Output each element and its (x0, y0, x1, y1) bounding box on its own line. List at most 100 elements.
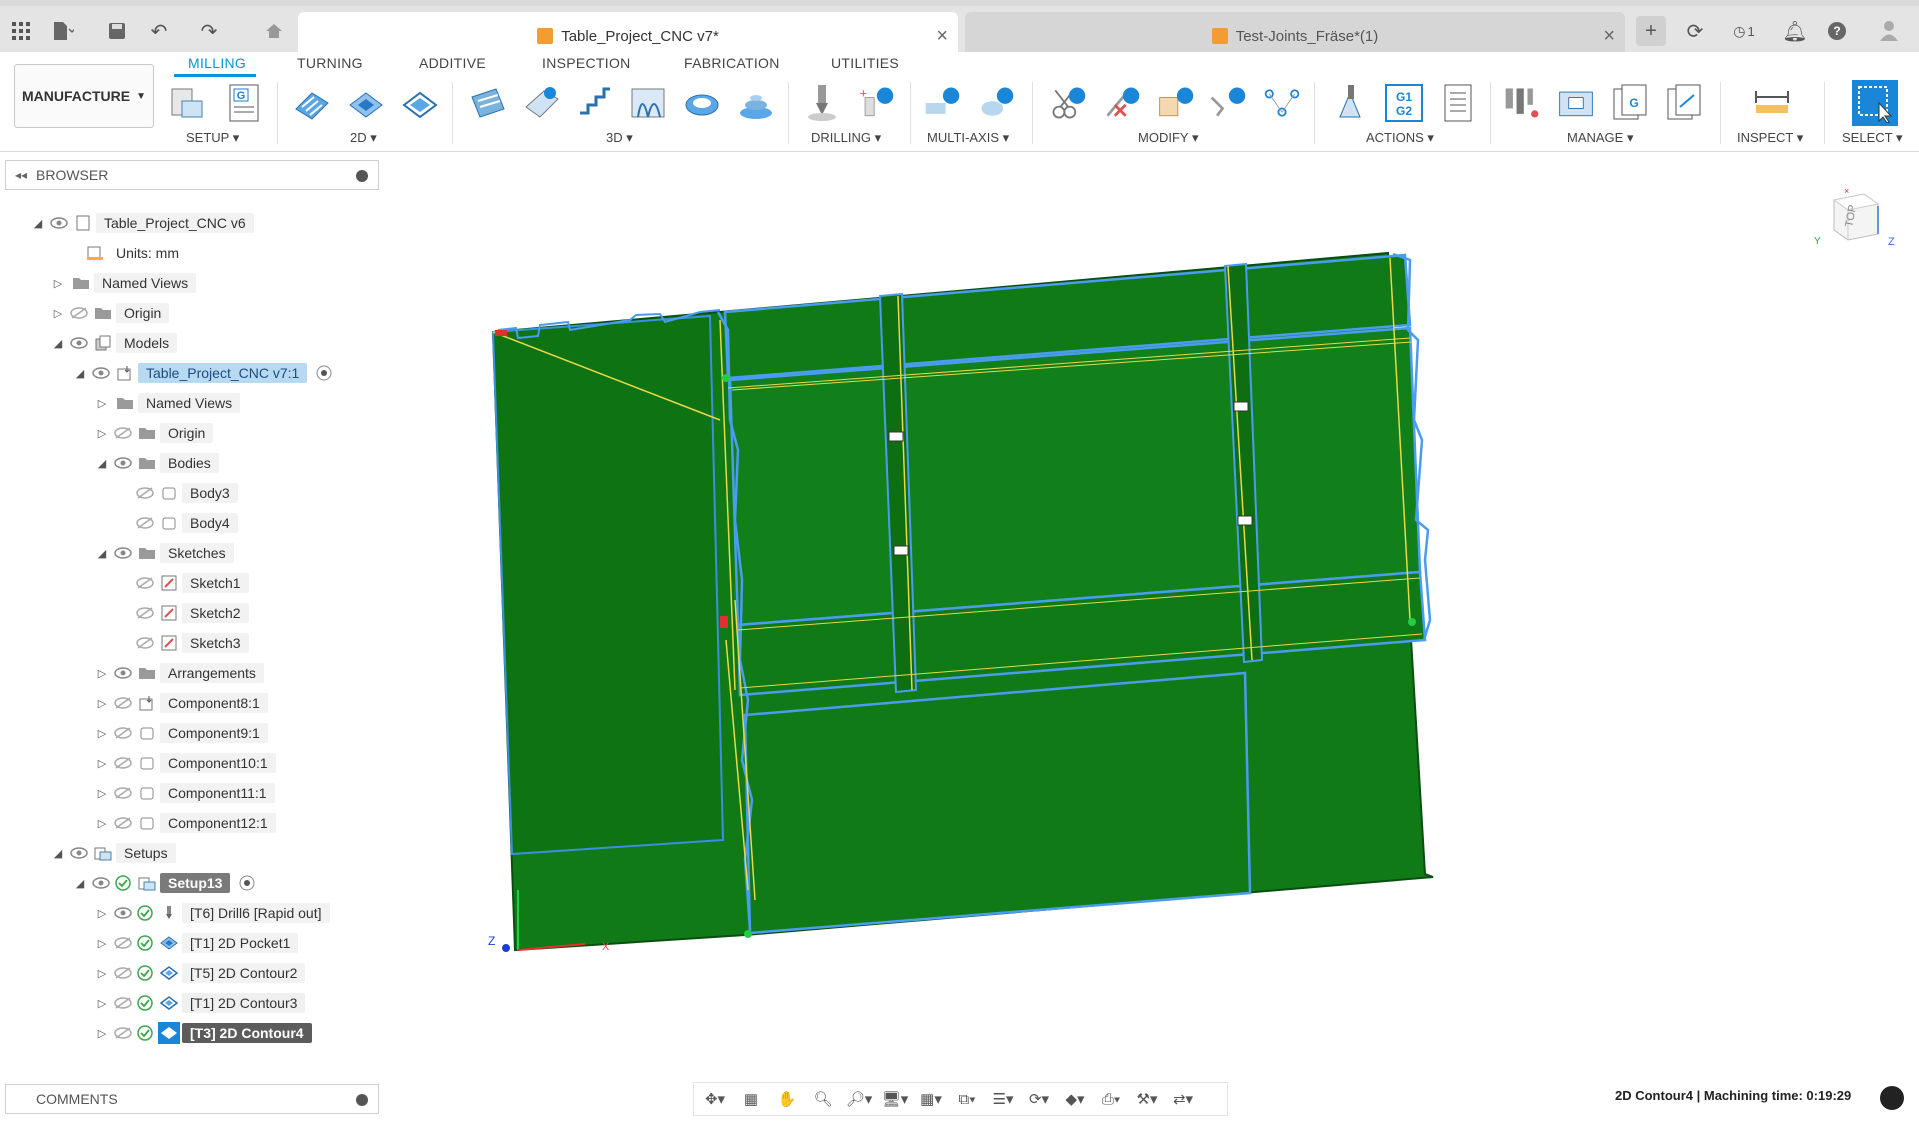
tab-utilities[interactable]: UTILITIES (831, 55, 899, 71)
toolpath-edit-icon[interactable] (1208, 82, 1248, 124)
browser-tree-row[interactable]: Sketch2 (114, 600, 249, 626)
browser-tree-row[interactable]: Sketch1 (114, 570, 249, 596)
expand-arrow-icon[interactable]: ◢ (48, 337, 68, 350)
browser-tree-row[interactable]: Sketch3 (114, 630, 249, 656)
visibility-hidden-icon[interactable] (134, 512, 156, 534)
browser-tree-row[interactable]: ◢ Setups (48, 840, 176, 866)
user-avatar-icon[interactable] (1874, 16, 1904, 46)
expand-arrow-icon[interactable]: ▷ (48, 307, 68, 320)
browser-tree-row[interactable]: Units: mm (62, 240, 187, 266)
delete-icon[interactable] (1102, 82, 1142, 124)
browser-tree-row[interactable]: ▷ Component8:1 (92, 690, 268, 716)
visibility-hidden-icon[interactable] (134, 572, 156, 594)
expand-arrow-icon[interactable]: ▷ (92, 937, 112, 950)
tab-fabrication[interactable]: FABRICATION (684, 55, 780, 71)
hole-recognition-icon[interactable]: + (856, 82, 896, 124)
setup-sheet-icon[interactable] (1438, 82, 1478, 124)
visibility-hidden-icon[interactable] (112, 422, 134, 444)
refresh-icon[interactable]: ⟳▾ (1024, 1086, 1054, 1112)
browser-tree-row[interactable]: ◢ Table_Project_CNC v7:1 (70, 360, 335, 386)
expand-arrow-icon[interactable]: ◢ (28, 217, 48, 230)
nc-program-icon[interactable]: G (224, 82, 264, 124)
display-settings-icon[interactable]: 🖥︎▾ (880, 1086, 910, 1112)
tool-library-icon[interactable] (1502, 82, 1542, 124)
close-icon[interactable]: × (936, 25, 948, 48)
browser-tree-row[interactable]: ▷ [T3] 2D Contour4 (92, 1020, 312, 1046)
visibility-hidden-icon[interactable] (134, 482, 156, 504)
2d-adaptive-icon[interactable] (292, 82, 332, 124)
viewports-icon[interactable]: ⧉▾ (952, 1086, 982, 1112)
browser-tree-row[interactable]: ▷ Arrangements (92, 660, 264, 686)
duplicate-icon[interactable] (1156, 82, 1196, 124)
post-library-icon[interactable]: G (1610, 82, 1650, 124)
app-grid-icon[interactable] (6, 16, 36, 46)
part-left-panel[interactable] (491, 314, 725, 856)
activate-radio-icon[interactable] (313, 362, 335, 384)
browser-tree-row[interactable]: ▷ [T6] Drill6 [Rapid out] (92, 900, 330, 926)
expand-arrow-icon[interactable]: ▷ (92, 427, 112, 440)
close-icon[interactable]: × (1603, 25, 1615, 48)
template-library-icon[interactable] (1664, 82, 1704, 124)
steep-shallow-icon[interactable] (574, 82, 614, 124)
viewcube[interactable]: × TOP Y Z (1814, 186, 1895, 248)
browser-tree-row[interactable]: ◢ Table_Project_CNC v6 (28, 210, 254, 236)
visibility-eye-icon[interactable] (112, 542, 134, 564)
expand-arrow-icon[interactable]: ▷ (92, 997, 112, 1010)
tab-milling[interactable]: MILLING (188, 55, 246, 71)
3d-adaptive-icon[interactable] (468, 82, 508, 124)
grid-icon[interactable]: ▦▾ (916, 1086, 946, 1112)
collapse-panel-icon[interactable]: ◂◂ (6, 168, 36, 182)
expand-arrow-icon[interactable]: ▷ (92, 757, 112, 770)
face-icon[interactable] (400, 82, 440, 124)
visibility-hidden-icon[interactable] (68, 302, 90, 324)
browser-tree-row[interactable]: ▷ Component12:1 (92, 810, 276, 836)
new-tab-plus-icon[interactable]: + (1636, 16, 1666, 46)
job-status-icon[interactable]: ◷ 1 (1722, 16, 1766, 46)
browser-tree-row[interactable]: Body4 (114, 510, 238, 536)
section-icon[interactable]: ☰▾ (988, 1086, 1018, 1112)
model-canvas[interactable] (385, 152, 1919, 1082)
visibility-eye-icon[interactable] (68, 842, 90, 864)
group-2d-label[interactable]: 2D ▾ (350, 130, 377, 146)
save-icon[interactable] (102, 16, 132, 46)
expand-arrow-icon[interactable]: ◢ (48, 847, 68, 860)
browser-tree-row[interactable]: ◢ Bodies (92, 450, 219, 476)
contour-3d-icon[interactable] (736, 82, 776, 124)
visibility-eye-icon[interactable] (48, 212, 70, 234)
pocket-clearing-icon[interactable] (522, 82, 562, 124)
activate-radio-icon[interactable] (236, 872, 258, 894)
setup-icon[interactable] (168, 82, 208, 124)
browser-header[interactable]: ◂◂ BROWSER (5, 160, 379, 190)
browser-tree-row[interactable]: ▷ Component9:1 (92, 720, 268, 746)
visibility-hidden-icon[interactable] (112, 1022, 134, 1044)
visibility-hidden-icon[interactable] (134, 632, 156, 654)
bell-icon[interactable]: 🔔︎ (1780, 16, 1810, 46)
visibility-hidden-icon[interactable] (112, 782, 134, 804)
group-select-label[interactable]: SELECT ▾ (1842, 130, 1902, 146)
browser-tree-row[interactable]: ▷ Named Views (92, 390, 241, 416)
simulate-icon[interactable] (1330, 82, 1370, 124)
browser-tree-row[interactable]: Body3 (114, 480, 238, 506)
group-actions-label[interactable]: ACTIONS ▾ (1366, 130, 1434, 146)
expand-arrow-icon[interactable]: ▷ (92, 727, 112, 740)
visibility-hidden-icon[interactable] (112, 752, 134, 774)
minus-circle-icon[interactable] (356, 170, 368, 182)
browser-tree-row[interactable]: ▷ Origin (48, 300, 170, 326)
group-drilling-label[interactable]: DRILLING ▾ (811, 130, 881, 146)
multiaxis-contour-icon[interactable] (976, 82, 1016, 124)
plus-circle-icon[interactable] (356, 1094, 368, 1106)
select-icon[interactable] (1852, 80, 1898, 126)
pattern-icon[interactable] (1262, 82, 1302, 124)
home-icon[interactable] (254, 16, 294, 46)
browser-tree-row[interactable]: ◢ Setup13 (70, 870, 258, 896)
tab-additive[interactable]: ADDITIVE (419, 55, 486, 71)
visibility-hidden-icon[interactable] (112, 812, 134, 834)
help-icon[interactable]: ? (1822, 16, 1852, 46)
expand-arrow-icon[interactable]: ▷ (92, 787, 112, 800)
expand-arrow-icon[interactable]: ▷ (48, 277, 68, 290)
expand-arrow-icon[interactable]: ▷ (92, 907, 112, 920)
expand-arrow-icon[interactable]: ▷ (92, 397, 112, 410)
zoom-icon[interactable]: 🔍︎ (808, 1086, 838, 1112)
machine-library-icon[interactable] (1556, 82, 1596, 124)
pan-icon[interactable]: ✋ (772, 1086, 802, 1112)
